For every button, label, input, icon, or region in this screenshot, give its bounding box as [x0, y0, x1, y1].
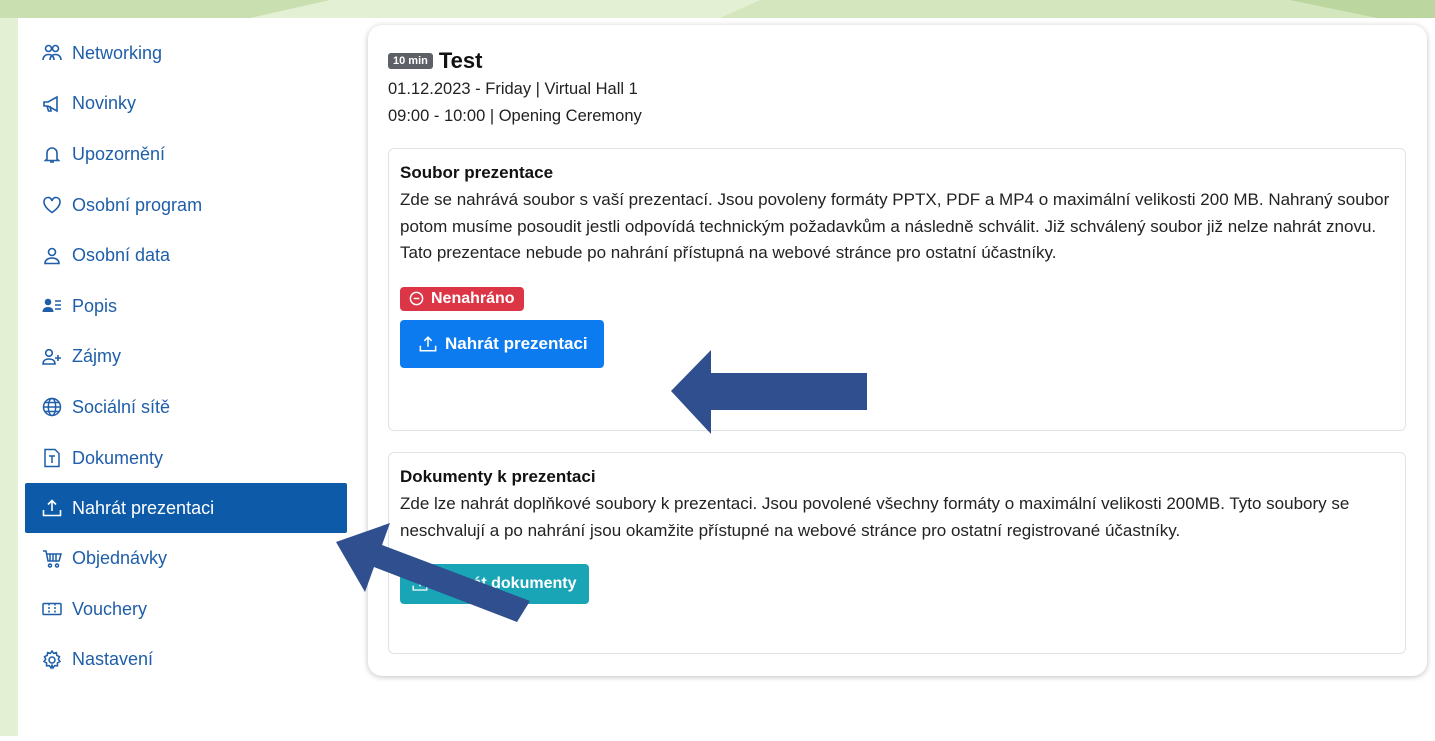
sidebar-item-zajmy[interactable]: Zájmy [25, 332, 347, 383]
person-lines-icon [42, 296, 62, 316]
upload-icon [42, 498, 62, 518]
sidebar-item-label: Objednávky [72, 548, 168, 569]
sidebar-item-popis[interactable]: Popis [25, 281, 347, 332]
sidebar-item-label: Nahrát prezentaci [72, 497, 215, 518]
sidebar-item-upozorneni[interactable]: Upozornění [25, 129, 347, 180]
sidebar-item-label: Osobní program [72, 194, 203, 215]
sidebar-item-vouchery[interactable]: Vouchery [25, 584, 347, 635]
sidebar-item-label: Zájmy [72, 346, 121, 367]
sidebar-item-networking[interactable]: Networking [25, 28, 347, 79]
session-time-line: 09:00 - 10:00 | Opening Ceremony [388, 107, 642, 125]
upload-documents-button[interactable]: Nahrát dokumenty [400, 564, 590, 604]
session-title: Test [438, 48, 483, 73]
not-uploaded-icon [409, 291, 424, 306]
presentation-description: Zde se nahrává soubor s vaší prezentací.… [400, 190, 1390, 262]
sidebar-item-label: Upozornění [72, 143, 166, 164]
session-date-line: 01.12.2023 - Friday | Virtual Hall 1 [388, 80, 638, 98]
upload-documents-label: Nahrát dokumenty [436, 575, 577, 592]
sidebar-item-label: Novinky [72, 93, 137, 114]
people-icon [42, 43, 62, 63]
sidebar-item-label: Popis [72, 295, 118, 316]
documents-heading: Dokumenty k prezentaci [400, 467, 596, 486]
sidebar-item-label: Vouchery [72, 598, 148, 619]
upload-presentation-label: Nahrát prezentaci [445, 334, 588, 353]
session-header: 10 min Test 01.12.2023 - Friday | Virtual… [388, 48, 642, 130]
ticket-icon [42, 599, 62, 619]
presentation-panel: Soubor prezentace Zde se nahrává soubor … [388, 148, 1406, 431]
sidebar-item-label: Sociální sítě [72, 396, 171, 417]
sidebar-item-label: Nastavení [72, 649, 154, 670]
documents-description: Zde lze nahrát doplňkové soubory k preze… [400, 494, 1350, 540]
sidebar-item-objednavky[interactable]: Objednávky [25, 533, 347, 584]
documents-panel: Dokumenty k prezentaci Zde lze nahrát do… [388, 452, 1406, 654]
sidebar: Networking Novinky Upozornění Osobní pro… [25, 28, 347, 685]
gear-icon [42, 649, 62, 670]
sidebar-item-nastaveni[interactable]: Nastavení [25, 635, 347, 686]
sidebar-item-nahrat-prezentaci[interactable]: Nahrát prezentaci [25, 483, 347, 534]
sidebar-item-label: Osobní data [72, 245, 171, 266]
sidebar-item-osobni-data[interactable]: Osobní data [25, 230, 347, 281]
document-icon [42, 448, 62, 468]
sidebar-item-label: Networking [72, 42, 163, 63]
presentation-heading: Soubor prezentace [400, 163, 554, 182]
session-card: 10 min Test 01.12.2023 - Friday | Virtual… [368, 25, 1427, 676]
upload-icon [412, 577, 428, 591]
person-plus-icon [42, 347, 62, 367]
duration-badge: 10 min [388, 52, 433, 69]
megaphone-icon [42, 94, 62, 114]
sidebar-item-novinky[interactable]: Novinky [25, 79, 347, 130]
status-badge: Nenahráno [400, 286, 524, 311]
globe-icon [42, 397, 62, 417]
upload-icon [419, 336, 437, 352]
cart-icon [42, 549, 62, 569]
person-icon [42, 246, 62, 266]
heart-icon [42, 195, 62, 215]
bell-icon [42, 144, 62, 164]
upload-presentation-button[interactable]: Nahrát prezentaci [400, 320, 604, 368]
status-badge-label: Nenahráno [431, 289, 515, 307]
sidebar-item-osobni-program[interactable]: Osobní program [25, 180, 347, 231]
sidebar-item-dokumenty[interactable]: Dokumenty [25, 433, 347, 484]
sidebar-item-label: Dokumenty [72, 447, 164, 468]
sidebar-item-socialni-site[interactable]: Sociální sítě [25, 382, 347, 433]
